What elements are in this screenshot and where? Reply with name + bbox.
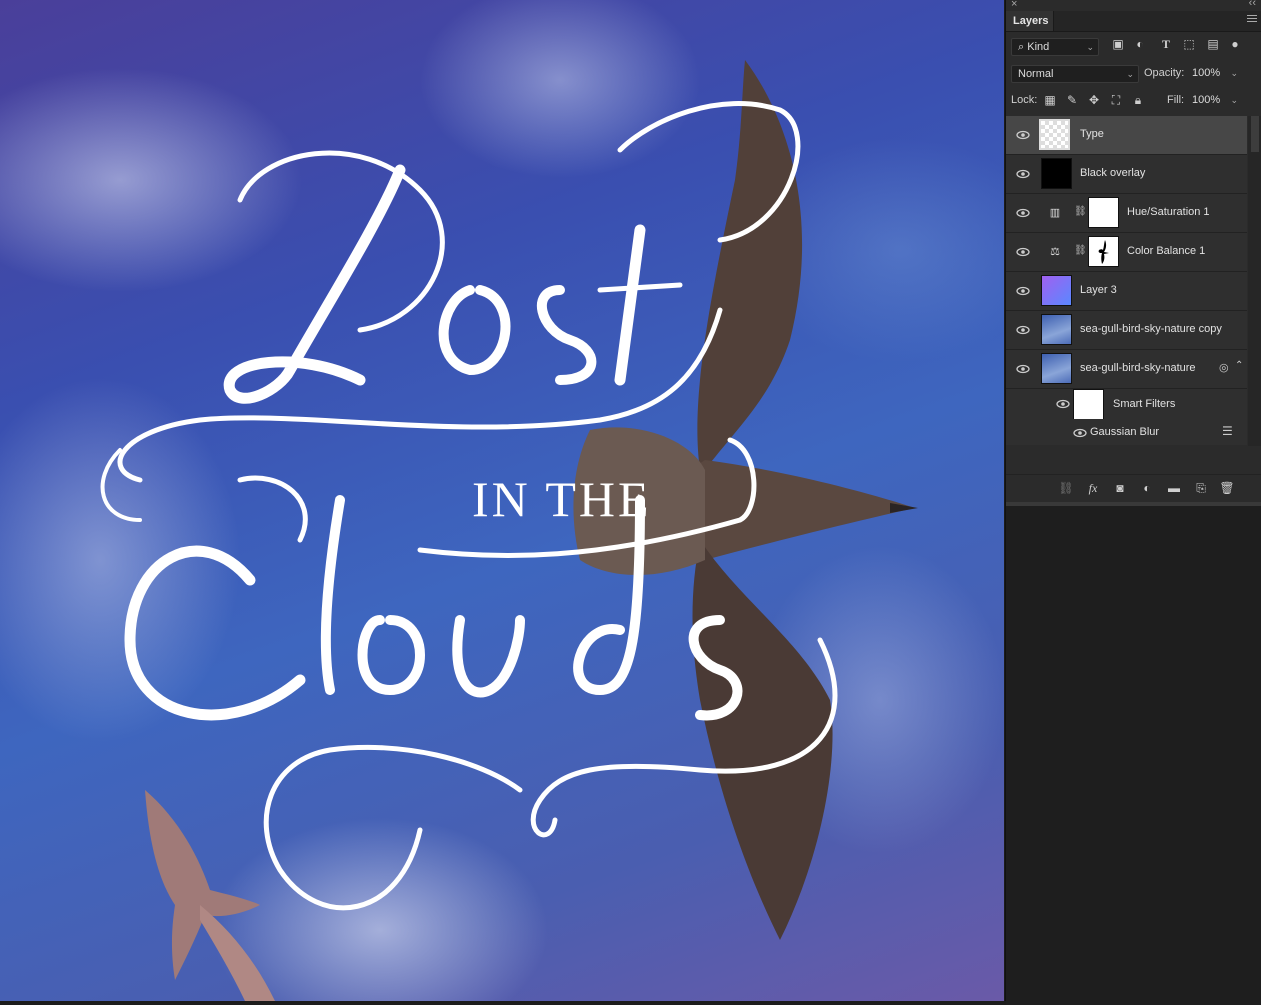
link-chain-icon[interactable]: ⛓ <box>1074 245 1087 256</box>
visibility-eye-icon[interactable] <box>1016 206 1030 220</box>
visibility-eye-icon[interactable] <box>1016 362 1030 376</box>
layers-bottom-toolbar: ⛓ fx ◙ ◐ ▬ ⎘ 🗑︎ <box>1006 474 1261 501</box>
search-icon: ⌕ <box>1018 41 1025 53</box>
panel-tab-row: Layers <box>1006 11 1261 32</box>
link-chain-icon[interactable]: ⛓ <box>1074 206 1087 217</box>
chevron-down-icon: ⌄ <box>1230 95 1238 105</box>
add-mask-icon[interactable]: ◙ <box>1112 480 1128 496</box>
document-canvas[interactable]: IN THE <box>0 0 1004 1001</box>
visibility-eye-icon[interactable] <box>1016 128 1030 142</box>
lock-artboard-icon[interactable]: ⛶ <box>1109 93 1123 107</box>
chevron-down-icon: ⌄ <box>1230 68 1238 78</box>
filter-options-sliders-icon[interactable]: ☰ <box>1222 424 1233 438</box>
blend-mode-value: Normal <box>1018 68 1054 80</box>
layer-row-hue-saturation[interactable]: ▥ ⛓ Hue/Saturation 1 <box>1006 194 1247 233</box>
visibility-eye-icon[interactable] <box>1056 397 1070 411</box>
layer-name: Color Balance 1 <box>1127 245 1206 257</box>
panel-titlebar: × ‹‹ <box>1006 0 1261 11</box>
fill-value: 100% <box>1192 94 1221 106</box>
smart-filter-mask-thumbnail <box>1073 389 1104 420</box>
visibility-eye-icon[interactable] <box>1016 284 1030 298</box>
scrollbar-thumb[interactable] <box>1251 116 1259 152</box>
panel-empty-area <box>1006 502 1261 1005</box>
layer-thumbnail <box>1039 119 1070 150</box>
opacity-value: 100% <box>1192 67 1221 79</box>
layer-thumbnail <box>1041 158 1072 189</box>
canvas-artwork: IN THE <box>100 60 918 1001</box>
layer-row-color-balance[interactable]: ⚖ ⛓ Color Balance 1 <box>1006 233 1247 272</box>
smart-filters-label: Smart Filters <box>1113 398 1176 410</box>
layer-name: Type <box>1080 128 1104 140</box>
filter-kind-dropdown[interactable]: ⌕ Kind ⌄ <box>1011 38 1099 56</box>
new-layer-icon[interactable]: ⎘ <box>1193 480 1209 496</box>
delete-layer-trash-icon[interactable]: 🗑︎ <box>1219 480 1235 496</box>
hue-saturation-icon: ▥ <box>1049 207 1061 219</box>
pixel-layer-filter-icon[interactable]: ▣ <box>1110 36 1126 52</box>
visibility-eye-icon[interactable] <box>1016 245 1030 259</box>
filter-toggle-icon[interactable]: ● <box>1227 36 1243 52</box>
layer-mask-thumbnail <box>1088 197 1119 228</box>
layer-mask-thumbnail <box>1088 236 1119 267</box>
layer-name: sea-gull-bird-sky-nature <box>1080 362 1196 374</box>
layer-name: sea-gull-bird-sky-nature copy <box>1080 323 1222 335</box>
tab-layers[interactable]: Layers <box>1006 11 1054 31</box>
visibility-eye-icon[interactable] <box>1016 167 1030 181</box>
new-group-folder-icon[interactable]: ▬ <box>1166 480 1182 496</box>
fill-label: Fill: <box>1167 94 1185 106</box>
layers-panel: × ‹‹ Layers ⌕ Kind ⌄ ▣ ◐ T ⬚ ▤ ● Normal … <box>1005 0 1261 1005</box>
lock-pixels-icon[interactable]: ✎ <box>1065 93 1079 107</box>
opacity-field[interactable]: 100% ⌄ <box>1186 65 1242 83</box>
layer-thumbnail <box>1041 275 1072 306</box>
new-adjustment-icon[interactable]: ◐ <box>1139 480 1155 496</box>
visibility-eye-icon[interactable] <box>1016 323 1030 337</box>
smart-filter-icon[interactable]: ◎ <box>1219 361 1229 374</box>
color-balance-scale-icon: ⚖ <box>1050 246 1060 258</box>
smart-object-filter-icon[interactable]: ▤ <box>1205 36 1221 52</box>
link-layers-icon[interactable]: ⛓ <box>1058 480 1074 496</box>
layer-row-type[interactable]: Type <box>1006 116 1247 155</box>
opacity-label: Opacity: <box>1144 67 1185 79</box>
adjustment-layer-filter-icon[interactable]: ◐ <box>1132 36 1148 52</box>
fx-effects-icon[interactable]: fx <box>1085 480 1101 496</box>
layer-row-seagull[interactable]: sea-gull-bird-sky-nature ◎ ⌃ <box>1006 350 1247 389</box>
lock-label: Lock: <box>1011 94 1038 106</box>
layer-row-seagull-copy[interactable]: sea-gull-bird-sky-nature copy <box>1006 311 1247 350</box>
layer-name: Hue/Saturation 1 <box>1127 206 1210 218</box>
close-panel-icon[interactable]: × <box>1011 0 1017 10</box>
smart-filters-row[interactable]: Smart Filters <box>1006 389 1247 420</box>
layer-thumbnail <box>1041 353 1072 384</box>
gaussian-blur-row[interactable]: Gaussian Blur ☰ <box>1006 419 1247 445</box>
fill-field[interactable]: 100% ⌄ <box>1186 92 1242 110</box>
small-seagull <box>145 790 275 1001</box>
layer-row-layer-3[interactable]: Layer 3 <box>1006 272 1247 311</box>
layers-scrollbar[interactable] <box>1248 116 1261 446</box>
chevron-down-icon: ⌄ <box>1126 69 1134 79</box>
type-layer-filter-icon[interactable]: T <box>1158 36 1174 52</box>
gaussian-blur-label: Gaussian Blur <box>1090 426 1160 438</box>
collapse-panel-icon[interactable]: ‹‹ <box>1249 0 1256 9</box>
bird-silhouette-icon <box>1098 240 1109 264</box>
layer-thumbnail <box>1041 314 1072 345</box>
layer-name: Black overlay <box>1080 167 1146 179</box>
lock-position-icon[interactable]: ✥ <box>1087 93 1101 107</box>
shape-layer-filter-icon[interactable]: ⬚ <box>1181 36 1197 52</box>
visibility-eye-icon[interactable] <box>1073 426 1087 440</box>
lock-all-icon[interactable]: 🔒︎ <box>1131 93 1145 107</box>
blend-mode-dropdown[interactable]: Normal ⌄ <box>1011 65 1139 83</box>
headline-middle: IN THE <box>472 471 652 527</box>
layers-list: Type Black overlay ▥ ⛓ Hue/Saturation 1 … <box>1006 116 1247 445</box>
chevron-up-icon[interactable]: ⌃ <box>1235 360 1243 371</box>
lock-transparency-icon[interactable]: ▦ <box>1043 93 1057 107</box>
panel-menu-icon[interactable] <box>1247 15 1257 25</box>
filter-kind-value: Kind <box>1027 41 1050 53</box>
layer-name: Layer 3 <box>1080 284 1117 296</box>
layer-row-black-overlay[interactable]: Black overlay <box>1006 155 1247 194</box>
chevron-down-icon: ⌄ <box>1086 42 1094 52</box>
